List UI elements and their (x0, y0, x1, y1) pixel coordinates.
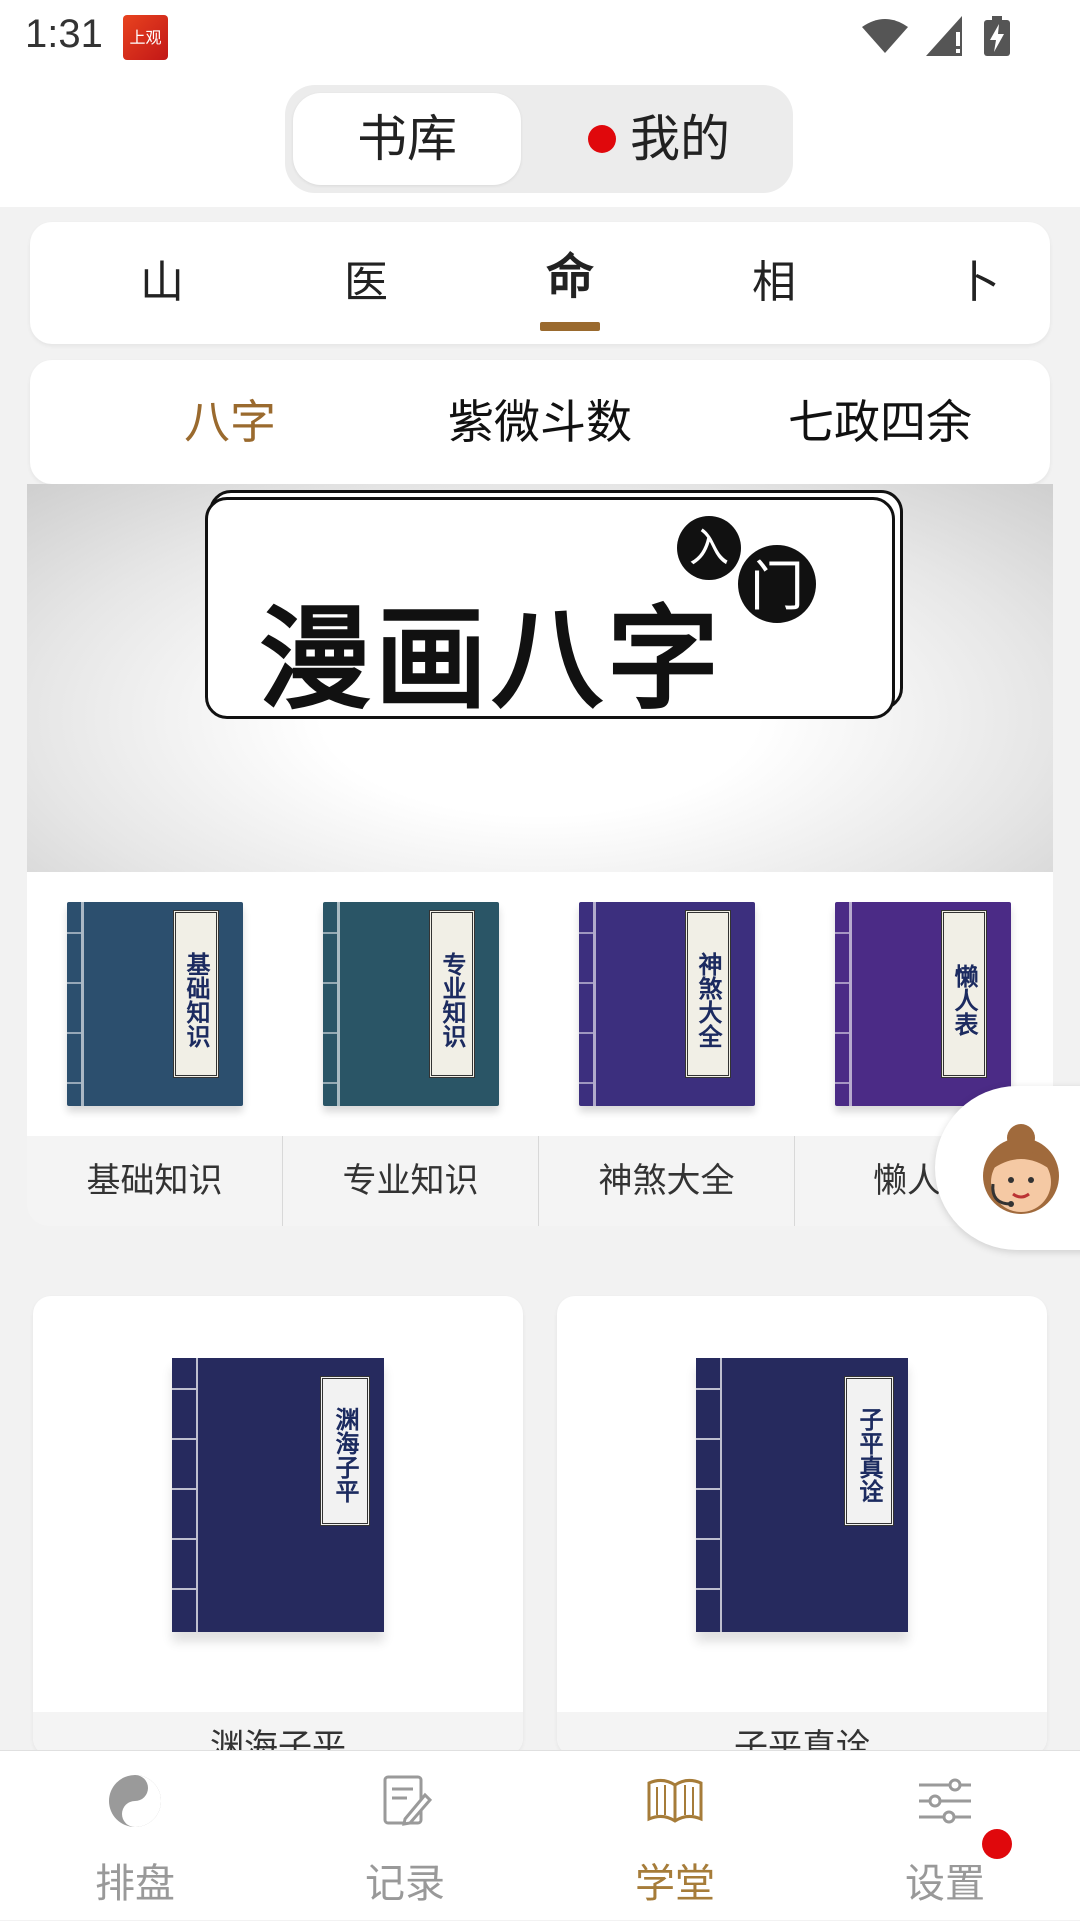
book-shelf: 基础知识 专业知识 神煞大全 懒人表 (27, 872, 1053, 1136)
banner-badge: 门 (735, 542, 819, 626)
tab-label: 记录 (365, 1861, 445, 1907)
book-label: 专业知识 (429, 910, 475, 1078)
segment-library[interactable]: 书库 (293, 93, 521, 185)
sliders-icon (919, 1778, 971, 1824)
featured-book-card[interactable]: 渊海子平 渊海子平 (33, 1296, 523, 1756)
category-tabs: 山 医 命 相 卜 (30, 222, 1050, 344)
segment-mine-label: 我的 (630, 110, 730, 168)
assistant-face-icon (983, 1124, 1059, 1214)
featured-book-cover: 渊海子平 (172, 1358, 384, 1632)
banner-title: 漫画八字 (259, 594, 723, 725)
sub-tabs: 八字 紫微斗数 七政四余 (30, 360, 1050, 484)
status-icons (862, 14, 1010, 58)
tab-mountain[interactable]: 山 (102, 222, 222, 344)
signal-icon (926, 16, 962, 56)
tab-physiognomy[interactable]: 相 (714, 222, 834, 344)
book-category-professional[interactable]: 专业知识 (283, 1136, 539, 1226)
book-cover-lazy-table[interactable]: 懒人表 (835, 902, 1011, 1106)
book-category-row: 基础知识 专业知识 神煞大全 懒人 (27, 1136, 1053, 1226)
yin-yang-icon (109, 1775, 161, 1827)
book-category-shensha[interactable]: 神煞大全 (539, 1136, 795, 1226)
book-label: 神煞大全 (685, 910, 731, 1078)
book-label: 子平真诠 (844, 1376, 894, 1526)
featured-book-card[interactable]: 子平真诠 子平真诠 (557, 1296, 1047, 1756)
tab-paipan[interactable]: 排盘 (0, 1751, 270, 1921)
book-cover-shensha[interactable]: 神煞大全 (579, 902, 755, 1106)
subtab-bazi[interactable]: 八字 (100, 360, 360, 484)
segment-mine[interactable]: 我的 (545, 93, 773, 185)
unread-dot (588, 124, 616, 153)
notes-icon (383, 1775, 433, 1826)
tab-label: 排盘 (95, 1861, 175, 1907)
book-cover-basics[interactable]: 基础知识 (67, 902, 243, 1106)
tab-active-indicator (540, 322, 600, 331)
wifi-icon (862, 19, 908, 53)
bottom-tab-bar: 排盘 记录 学堂 设置 (0, 1750, 1080, 1920)
tab-medicine[interactable]: 医 (306, 222, 426, 344)
tab-label: 设置 (905, 1861, 985, 1907)
tab-records[interactable]: 记录 (270, 1751, 540, 1921)
promo-banner[interactable]: 漫画八字 入 门 (27, 484, 1053, 872)
tab-label: 学堂 (635, 1861, 715, 1907)
banner-badge: 入 (677, 516, 741, 580)
featured-book-cover: 子平真诠 (696, 1358, 908, 1632)
status-bar: 1:31 上观 (0, 0, 1080, 72)
book-label: 懒人表 (941, 910, 987, 1078)
tab-academy[interactable]: 学堂 (540, 1751, 810, 1921)
battery-icon (984, 16, 1010, 56)
subtab-ziwei[interactable]: 紫微斗数 (410, 360, 670, 484)
book-label: 基础知识 (173, 910, 219, 1078)
tab-settings[interactable]: 设置 (810, 1751, 1080, 1921)
header: 书库 我的 (0, 72, 1080, 207)
status-time: 1:31 (25, 12, 103, 56)
book-cover-professional[interactable]: 专业知识 (323, 902, 499, 1106)
book-icon (647, 1778, 703, 1823)
notification-app-icon: 上观 (123, 15, 168, 60)
library-segment-control: 书库 我的 (285, 85, 793, 193)
tab-divination[interactable]: 卜 (918, 222, 1038, 344)
book-label: 渊海子平 (320, 1376, 370, 1526)
subtab-qizheng[interactable]: 七政四余 (750, 360, 1010, 484)
book-category-basics[interactable]: 基础知识 (27, 1136, 283, 1226)
